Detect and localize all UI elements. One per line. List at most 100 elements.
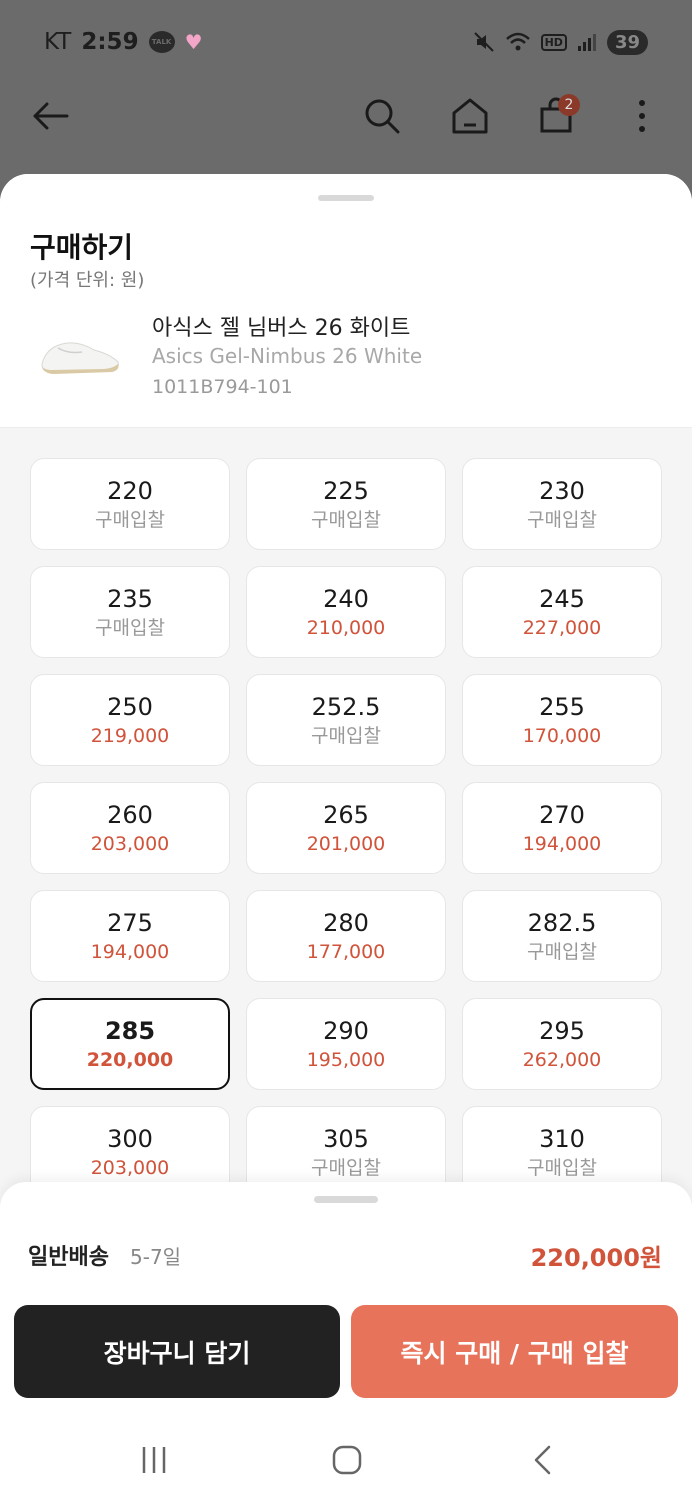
mute-icon	[473, 32, 494, 52]
size-option-245[interactable]: 245 227,000	[462, 566, 662, 658]
size-label: 220	[107, 477, 153, 505]
clock: 2:59	[81, 29, 139, 55]
size-price: 195,000	[306, 1049, 386, 1071]
size-option-230[interactable]: 230 구매입찰	[462, 458, 662, 550]
size-label: 310	[539, 1125, 585, 1153]
size-option-275[interactable]: 275 194,000	[30, 890, 230, 982]
hd-icon: HD	[540, 33, 567, 51]
product-model-code: 1011B794-101	[152, 376, 293, 398]
top-navigation: 2	[0, 84, 692, 148]
size-option-240[interactable]: 240 210,000	[246, 566, 446, 658]
product-thumbnail	[41, 342, 119, 374]
heart-icon: ♥	[184, 30, 203, 54]
size-option-grid: 220 구매입찰 225 구매입찰 230 구매입찰 235 구매입찰 240 210,000 24…	[30, 458, 663, 1198]
size-label: 240	[323, 585, 369, 613]
status-right: HD 39	[473, 29, 648, 55]
size-label: 260	[107, 801, 153, 829]
cart-button[interactable]: 2	[532, 92, 580, 140]
search-icon	[365, 99, 400, 134]
more-menu-button[interactable]	[618, 92, 666, 140]
size-label: 282.5	[527, 909, 597, 937]
back-button[interactable]	[26, 92, 74, 140]
size-option-255[interactable]: 255 170,000	[462, 674, 662, 766]
size-price: 구매입찰	[527, 1157, 597, 1179]
size-option-270[interactable]: 270 194,000	[462, 782, 662, 874]
size-label: 280	[323, 909, 369, 937]
size-price: 구매입찰	[527, 941, 597, 963]
size-price: 구매입찰	[311, 1157, 381, 1179]
size-label: 255	[539, 693, 585, 721]
sheet-drag-handle[interactable]	[318, 195, 374, 201]
product-name-korean: 아식스 젤 님버스 26 화이트	[152, 316, 411, 341]
price-unit-note: (가격 단위: 원)	[30, 270, 145, 291]
size-option-290[interactable]: 290 195,000	[246, 998, 446, 1090]
size-price: 177,000	[306, 941, 386, 963]
size-price: 219,000	[90, 725, 170, 747]
size-option-260[interactable]: 260 203,000	[30, 782, 230, 874]
size-label: 290	[323, 1017, 369, 1045]
search-button[interactable]	[358, 92, 406, 140]
size-option-250[interactable]: 250 219,000	[30, 674, 230, 766]
home-button[interactable]	[446, 92, 494, 140]
signal-icon	[577, 34, 596, 51]
sheet-header: 구매하기 (가격 단위: 원) 아식스 젤 님버스 26 화이트 Asics G…	[0, 174, 692, 428]
recent-apps-icon	[142, 1447, 166, 1473]
size-price: 210,000	[306, 617, 386, 639]
bottom-action-panel: 일반배송 5-7일 220,000원 장바구니 담기 즉시 구매 / 구매 입찰	[0, 1182, 692, 1500]
cart-count-badge: 2	[558, 94, 580, 116]
size-label: 245	[539, 585, 585, 613]
size-price: 203,000	[90, 833, 170, 855]
shipping-days: 5-7일	[130, 1245, 182, 1269]
size-price: 구매입찰	[311, 509, 381, 531]
size-label: 305	[323, 1125, 369, 1153]
size-price: 구매입찰	[95, 617, 165, 639]
size-option-235[interactable]: 235 구매입찰	[30, 566, 230, 658]
size-label: 250	[107, 693, 153, 721]
size-option-265[interactable]: 265 201,000	[246, 782, 446, 874]
sheet-title: 구매하기	[30, 231, 134, 264]
home-icon	[452, 98, 488, 134]
home-circle-icon	[332, 1445, 362, 1475]
size-label: 285	[104, 1017, 156, 1045]
home-system-button[interactable]	[323, 1436, 371, 1484]
wifi-icon	[505, 32, 530, 51]
size-price: 194,000	[90, 941, 170, 963]
status-left: KT 2:59 TALK ♥	[44, 29, 203, 55]
product-name-english: Asics Gel-Nimbus 26 White	[152, 344, 423, 368]
size-price: 201,000	[306, 833, 386, 855]
size-label: 300	[107, 1125, 153, 1153]
size-label: 275	[107, 909, 153, 937]
size-option-220[interactable]: 220 구매입찰	[30, 458, 230, 550]
size-label: 295	[539, 1017, 585, 1045]
add-to-cart-button[interactable]: 장바구니 담기	[14, 1305, 340, 1398]
size-price: 227,000	[522, 617, 602, 639]
size-option-252-5[interactable]: 252.5 구매입찰	[246, 674, 446, 766]
size-price: 203,000	[90, 1157, 170, 1179]
size-price: 194,000	[522, 833, 602, 855]
size-price: 구매입찰	[311, 725, 381, 747]
size-option-285[interactable]: 285 220,000	[30, 998, 230, 1090]
buy-now-bid-button[interactable]: 즉시 구매 / 구매 입찰	[351, 1305, 678, 1398]
size-label: 235	[107, 585, 153, 613]
size-option-295[interactable]: 295 262,000	[462, 998, 662, 1090]
more-vertical-icon	[639, 100, 645, 132]
size-label: 230	[539, 477, 585, 505]
size-price: 220,000	[86, 1049, 174, 1071]
recent-apps-button[interactable]	[130, 1436, 178, 1484]
size-option-282-5[interactable]: 282.5 구매입찰	[462, 890, 662, 982]
selected-price: 220,000원	[530, 1244, 662, 1272]
panel-drag-handle[interactable]	[314, 1196, 378, 1203]
size-label: 265	[323, 801, 369, 829]
size-option-225[interactable]: 225 구매입찰	[246, 458, 446, 550]
chevron-left-icon	[534, 1445, 551, 1475]
size-price: 구매입찰	[95, 509, 165, 531]
status-bar: KT 2:59 TALK ♥ HD 39	[0, 0, 692, 84]
size-option-280[interactable]: 280 177,000	[246, 890, 446, 982]
size-price: 구매입찰	[527, 509, 597, 531]
size-price: 262,000	[522, 1049, 602, 1071]
size-price: 170,000	[522, 725, 602, 747]
arrow-left-icon	[33, 102, 69, 130]
battery-indicator: 39	[606, 29, 648, 55]
back-system-button[interactable]	[518, 1436, 566, 1484]
kakaotalk-icon: TALK	[148, 31, 175, 53]
